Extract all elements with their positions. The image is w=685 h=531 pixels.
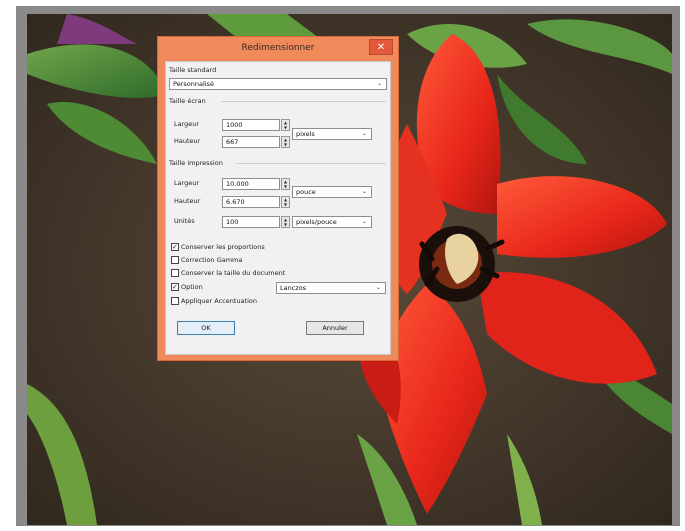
group-divider	[236, 163, 386, 164]
spin-down-icon[interactable]: ▼	[282, 142, 289, 147]
standard-size-value: Personnalisé	[173, 80, 214, 88]
chevron-down-icon: ⌄	[376, 80, 382, 87]
screen-width-stepper[interactable]: ▲ ▼	[281, 119, 290, 131]
resolution-label: Unités	[174, 217, 195, 225]
group-divider	[221, 101, 386, 102]
resize-dialog: Redimensionner ✕ Taille standard Personn…	[157, 36, 399, 361]
keep-document-size-checkbox[interactable]	[171, 269, 179, 277]
print-unit-select[interactable]: pouce ⌄	[292, 186, 372, 198]
cancel-button[interactable]: Annuler	[306, 321, 364, 335]
screen-unit-select[interactable]: pixels ⌄	[292, 128, 372, 140]
print-width-field[interactable]: 10.000	[222, 178, 280, 190]
print-height-stepper[interactable]: ▲ ▼	[281, 196, 290, 208]
resolution-stepper[interactable]: ▲ ▼	[281, 216, 290, 228]
sharpen-label: Appliquer Accentuation	[181, 297, 257, 305]
resolution-unit-select[interactable]: pixels/pouce ⌄	[292, 216, 372, 228]
print-height-field[interactable]: 6.670	[222, 196, 280, 208]
keep-document-size-label: Conserver la taille du document	[181, 269, 286, 277]
resample-label: Option	[181, 283, 203, 291]
print-unit-value: pouce	[296, 188, 316, 196]
chevron-down-icon: ⌄	[361, 188, 367, 195]
spin-down-icon[interactable]: ▼	[282, 184, 289, 189]
screen-height-field[interactable]: 667	[222, 136, 280, 148]
keep-proportions-checkbox[interactable]: ✓	[171, 243, 179, 251]
dialog-title: Redimensionner	[241, 43, 315, 53]
spin-down-icon[interactable]: ▼	[282, 222, 289, 227]
screen-size-label: Taille écran	[169, 97, 206, 105]
print-width-label: Largeur	[174, 179, 200, 187]
close-button[interactable]: ✕	[369, 39, 393, 55]
resample-method-select[interactable]: Lanczos ⌄	[276, 282, 386, 294]
resample-checkbox[interactable]: ✓	[171, 283, 179, 291]
screen-width-label: Largeur	[174, 120, 200, 128]
spin-down-icon[interactable]: ▼	[282, 125, 289, 130]
spin-down-icon[interactable]: ▼	[282, 202, 289, 207]
keep-proportions-label: Conserver les proportions	[181, 243, 265, 251]
print-height-label: Hauteur	[174, 197, 201, 205]
chevron-down-icon: ⌄	[361, 130, 367, 137]
ok-button[interactable]: OK	[177, 321, 235, 335]
print-width-stepper[interactable]: ▲ ▼	[281, 178, 290, 190]
print-size-label: Taille impression	[169, 159, 223, 167]
gamma-correction-label: Correction Gamma	[181, 256, 243, 264]
resolution-unit-value: pixels/pouce	[296, 218, 337, 226]
screen-height-label: Hauteur	[174, 137, 201, 145]
screen-unit-value: pixels	[296, 130, 315, 138]
dialog-body: Taille standard Personnalisé ⌄ Taille éc…	[165, 61, 391, 355]
screen-width-field[interactable]: 1000	[222, 119, 280, 131]
standard-size-label: Taille standard	[169, 66, 217, 74]
chevron-down-icon: ⌄	[375, 284, 381, 291]
resample-method-value: Lanczos	[280, 284, 307, 292]
sharpen-checkbox[interactable]	[171, 297, 179, 305]
standard-size-select[interactable]: Personnalisé ⌄	[169, 78, 387, 90]
chevron-down-icon: ⌄	[361, 218, 367, 225]
screen-height-stepper[interactable]: ▲ ▼	[281, 136, 290, 148]
resolution-field[interactable]: 100	[222, 216, 280, 228]
gamma-correction-checkbox[interactable]	[171, 256, 179, 264]
